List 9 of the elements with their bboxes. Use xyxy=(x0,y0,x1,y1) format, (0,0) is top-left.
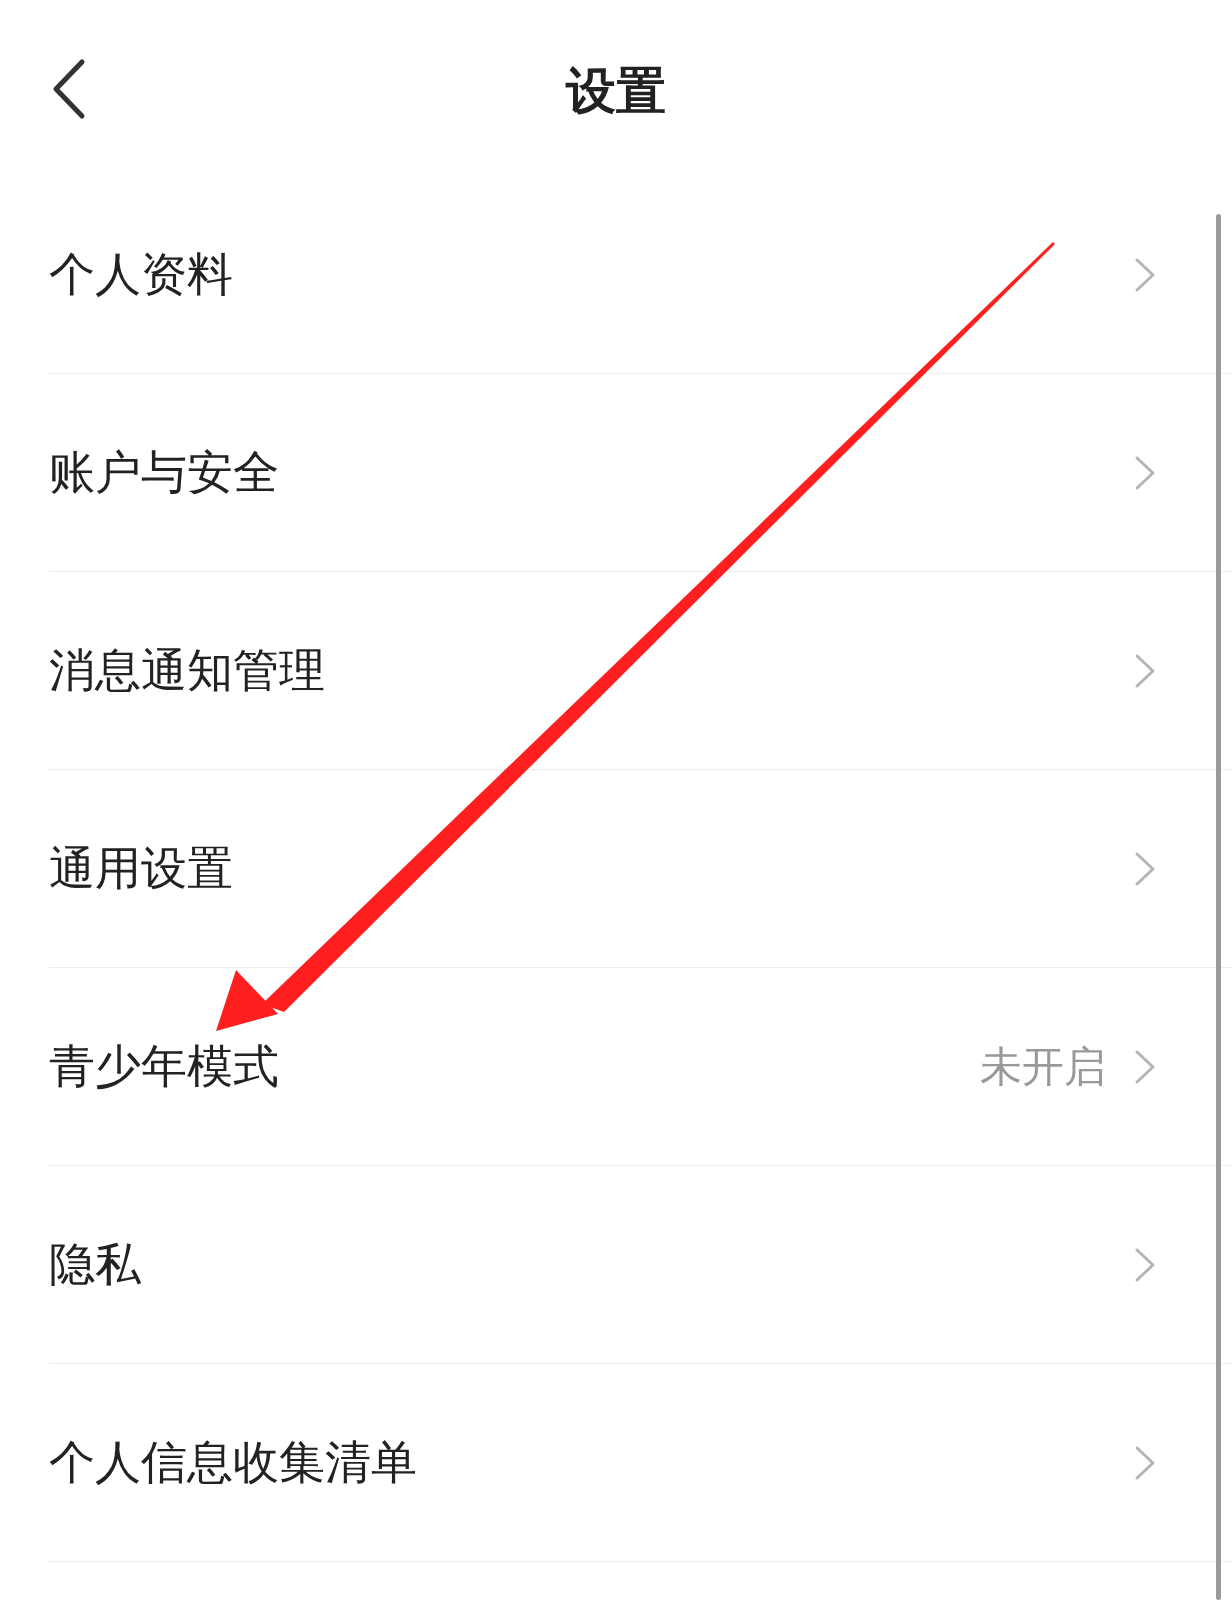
chevron-right-icon xyxy=(1134,1246,1156,1283)
chevron-right-icon xyxy=(1134,256,1156,293)
status-text: 未开启 xyxy=(980,1041,1106,1093)
chevron-right-icon xyxy=(1134,1048,1156,1085)
page-title: 设置 xyxy=(566,61,666,116)
chevron-right-icon xyxy=(1134,454,1156,491)
chevron-right-icon xyxy=(1134,1444,1156,1481)
chevron-right-icon xyxy=(1134,850,1156,887)
chevron-right-icon xyxy=(1134,652,1156,689)
